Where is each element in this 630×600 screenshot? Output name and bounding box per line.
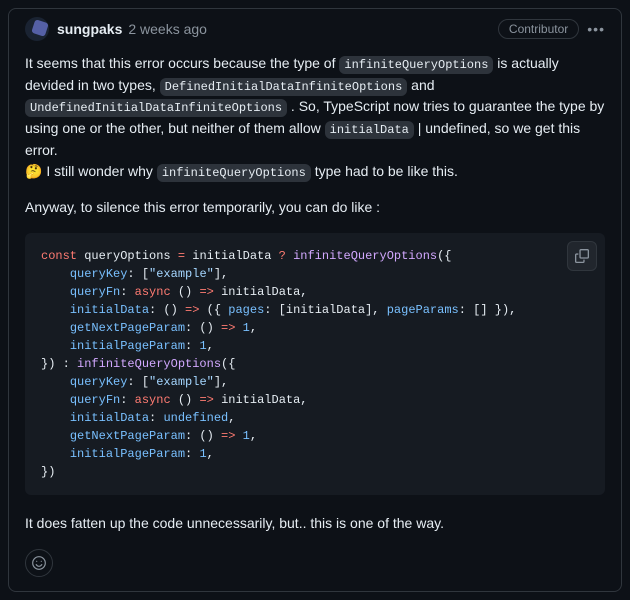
paragraph-2: Anyway, to silence this error temporaril… — [25, 197, 605, 219]
paragraph-1: It seems that this error occurs because … — [25, 53, 605, 183]
contributor-badge: Contributor — [498, 19, 579, 39]
inline-code: UndefinedInitialDataInfiniteOptions — [25, 99, 287, 117]
inline-code: infiniteQueryOptions — [157, 164, 311, 182]
text: type had to be like this. — [311, 163, 458, 179]
copy-icon — [575, 249, 589, 263]
copy-button[interactable] — [567, 241, 597, 271]
inline-code: DefinedInitialDataInfiniteOptions — [160, 78, 408, 96]
text: It seems that this error occurs because … — [25, 55, 339, 71]
inline-code: initialData — [325, 121, 414, 139]
kebab-menu-icon[interactable]: ••• — [587, 22, 605, 36]
comment-header: sungpaks 2 weeks ago Contributor ••• — [9, 9, 621, 47]
text: I still wonder why — [42, 163, 156, 179]
author-link[interactable]: sungpaks — [57, 21, 122, 37]
comment-timestamp[interactable]: 2 weeks ago — [128, 21, 207, 37]
header-actions: Contributor ••• — [498, 19, 605, 39]
avatar[interactable] — [25, 17, 49, 41]
paragraph-3: It does fatten up the code unnecessarily… — [25, 513, 605, 535]
comment-body: It seems that this error occurs because … — [9, 47, 621, 591]
add-reaction-button[interactable] — [25, 549, 53, 577]
code-block: const queryOptions = initialData ? infin… — [25, 233, 605, 495]
comment-container: sungpaks 2 weeks ago Contributor ••• It … — [8, 8, 622, 592]
thinking-emoji: 🤔 — [25, 163, 42, 179]
text: and — [407, 77, 434, 93]
inline-code: infiniteQueryOptions — [339, 56, 493, 74]
smiley-icon — [31, 555, 47, 571]
